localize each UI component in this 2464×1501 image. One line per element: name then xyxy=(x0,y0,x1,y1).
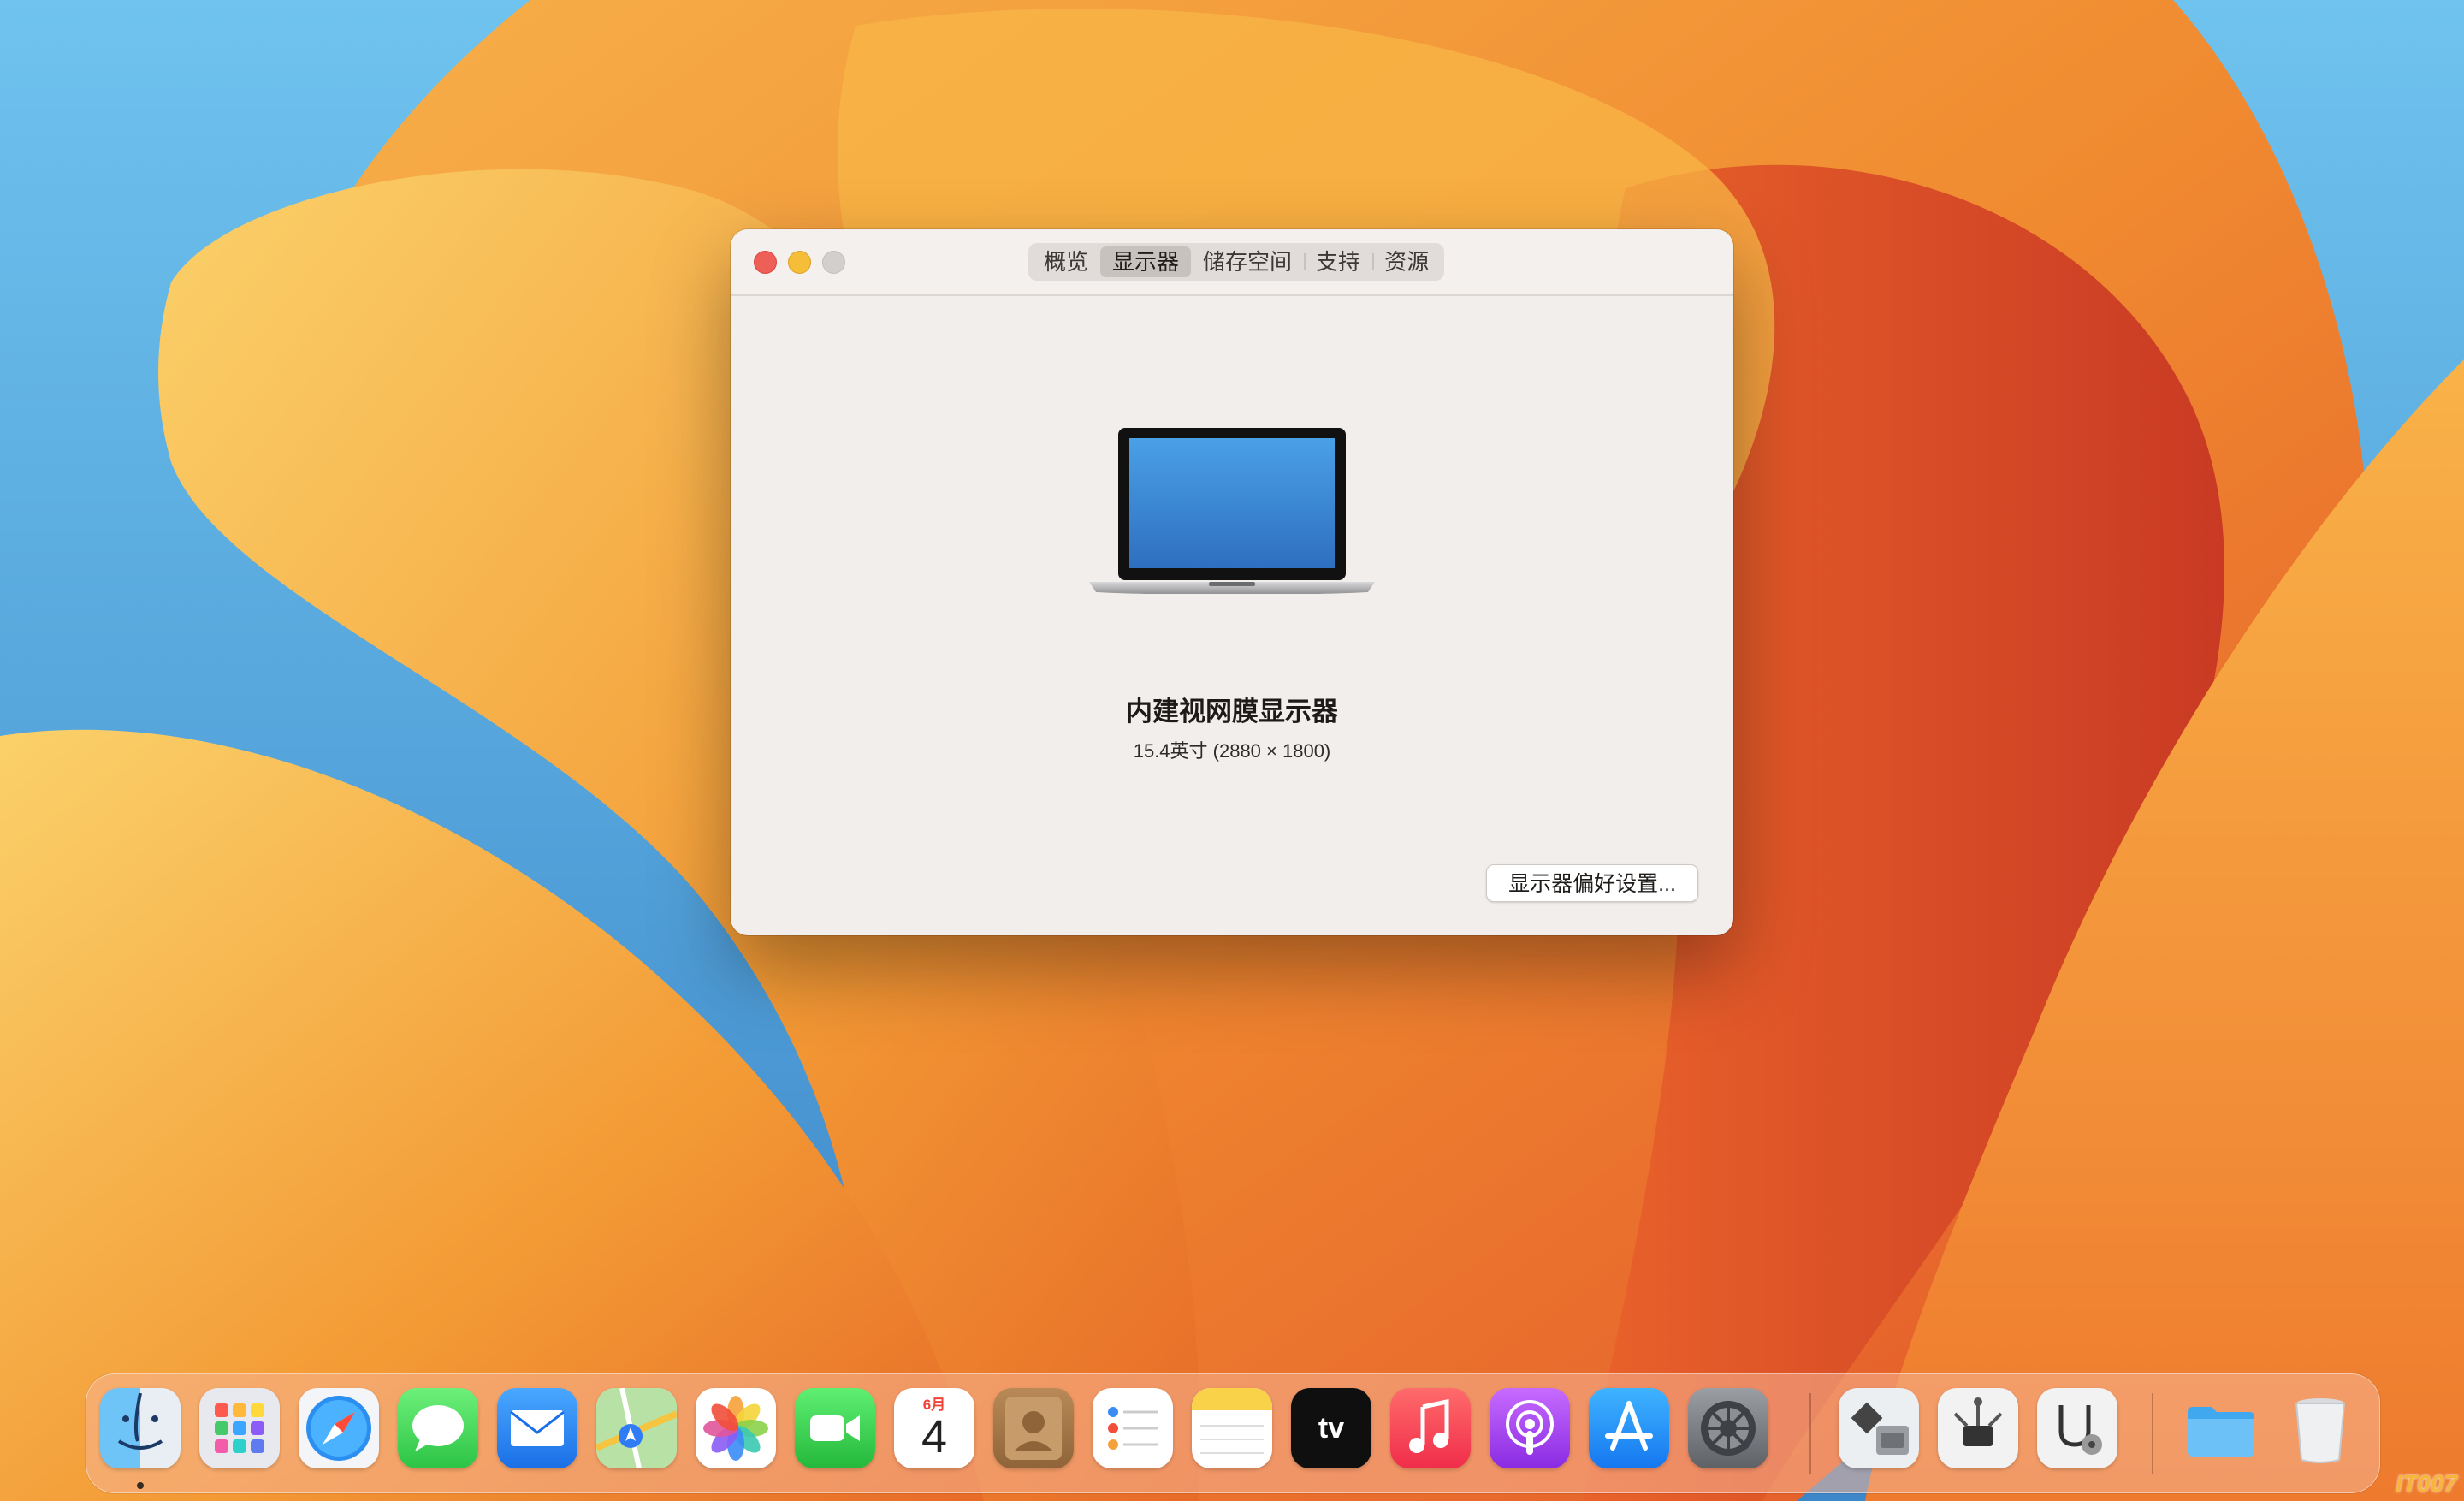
finder-running-indicator xyxy=(137,1482,144,1489)
tab-overview[interactable]: 概览 xyxy=(1032,246,1100,277)
maps-icon[interactable] xyxy=(596,1388,677,1468)
facetime-icon[interactable] xyxy=(795,1388,875,1468)
display-spec: 15.4英寸 (2880 × 1800) xyxy=(1133,740,1331,762)
boot-camp-assistant-icon[interactable] xyxy=(1839,1388,1919,1468)
reminders-icon[interactable] xyxy=(1093,1388,1173,1468)
apple-tv-icon[interactable]: tv xyxy=(1291,1388,1371,1468)
tab-bar: 概览 显示器 储存空间 支持 资源 xyxy=(1028,243,1445,281)
calendar-day: 4 xyxy=(921,1410,948,1462)
calendar-icon[interactable]: 6月 4 xyxy=(894,1388,974,1468)
trash-icon[interactable] xyxy=(2280,1388,2360,1468)
macbook-display-icon xyxy=(1089,423,1375,595)
zoom-button xyxy=(822,251,845,274)
messages-icon[interactable] xyxy=(398,1388,478,1468)
podcasts-icon[interactable] xyxy=(1490,1388,1570,1468)
display-name: 内建视网膜显示器 xyxy=(1126,697,1338,727)
disk-utility-icon[interactable] xyxy=(2037,1388,2118,1468)
tab-support[interactable]: 支持 xyxy=(1304,246,1372,277)
calendar-month: 6月 xyxy=(922,1396,946,1413)
minimize-button[interactable] xyxy=(788,251,811,274)
music-icon[interactable] xyxy=(1390,1388,1471,1468)
safari-icon[interactable] xyxy=(299,1388,379,1468)
tab-storage[interactable]: 储存空间 xyxy=(1191,246,1304,277)
photos-icon[interactable] xyxy=(696,1388,776,1468)
window-titlebar[interactable]: 概览 显示器 储存空间 支持 资源 xyxy=(731,229,1733,296)
about-this-mac-window: 概览 显示器 储存空间 支持 资源 内建视网膜显示器 15.4英寸 (2880 … xyxy=(731,229,1733,935)
finder-icon[interactable] xyxy=(100,1388,181,1468)
mail-icon[interactable] xyxy=(497,1388,578,1468)
system-settings-icon[interactable] xyxy=(1688,1388,1768,1468)
tab-displays[interactable]: 显示器 xyxy=(1100,246,1192,277)
dock-separator xyxy=(1810,1393,1811,1474)
display-preferences-button[interactable]: 显示器偏好设置... xyxy=(1486,864,1698,902)
app-store-icon[interactable] xyxy=(1589,1388,1669,1468)
dock-separator xyxy=(2152,1393,2153,1474)
contacts-icon[interactable] xyxy=(993,1388,1074,1468)
folder-icon[interactable] xyxy=(2181,1388,2261,1468)
tab-resources[interactable]: 资源 xyxy=(1372,246,1441,277)
notes-icon[interactable] xyxy=(1192,1388,1272,1468)
apple-tv-label: tv xyxy=(1318,1411,1345,1445)
system-information-icon[interactable] xyxy=(1938,1388,2018,1468)
watermark-logo: IT007 xyxy=(2396,1470,2457,1497)
close-button[interactable] xyxy=(754,251,777,274)
launchpad-icon[interactable] xyxy=(199,1388,280,1468)
dock: 6月 4 tv xyxy=(86,1373,2380,1493)
